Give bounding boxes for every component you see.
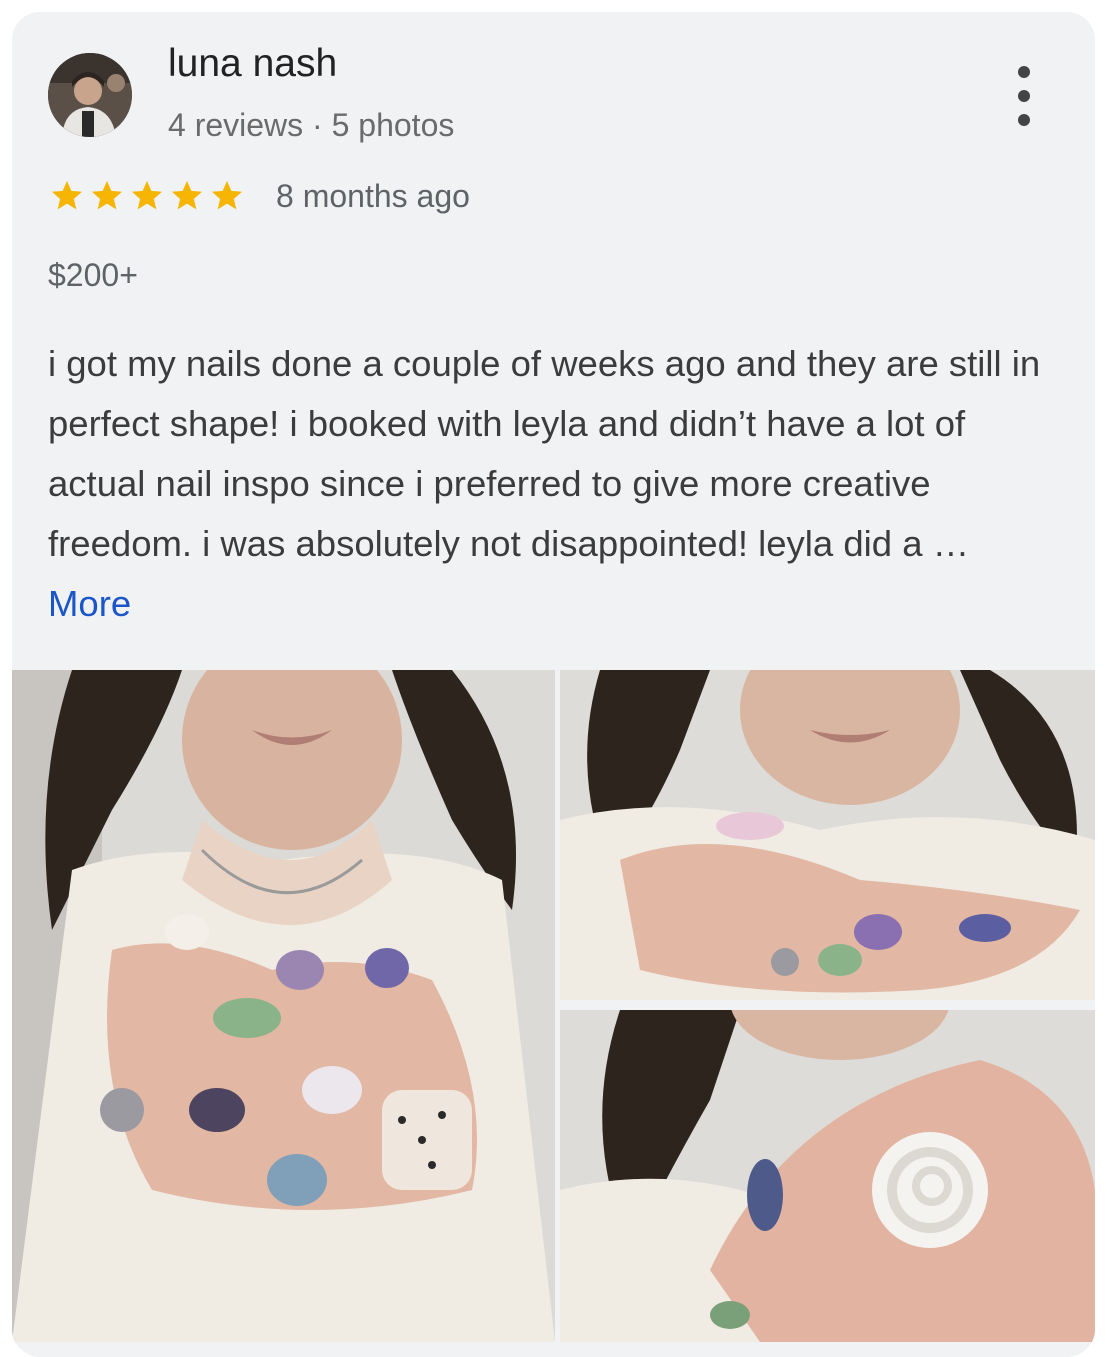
star-rating [48, 178, 246, 214]
more-vertical-icon [1018, 66, 1030, 78]
more-vertical-icon-dot [1018, 90, 1030, 102]
profile-photo-icon [48, 53, 132, 137]
photo-hands-nails-image [12, 670, 555, 1342]
photo-spiral-ring-image [560, 1010, 1095, 1342]
more-vertical-icon-dot [1018, 114, 1030, 126]
review-body: i got my nails done a couple of weeks ag… [48, 343, 1041, 564]
star-icon [212, 181, 242, 210]
star-icon [52, 181, 82, 210]
review-text: i got my nails done a couple of weeks ag… [48, 334, 1058, 634]
reviewer-name[interactable]: luna nash [168, 42, 337, 86]
reviewer-avatar[interactable] [48, 53, 132, 137]
review-photo-2[interactable] [560, 670, 1095, 1000]
star-icon [132, 181, 162, 210]
reviewer-stats: 4 reviews · 5 photos [168, 107, 455, 143]
review-time: 8 months ago [276, 178, 470, 214]
price-range: $200+ [48, 257, 138, 293]
more-link[interactable]: More [48, 583, 131, 624]
star-icon [172, 181, 202, 210]
more-options-button[interactable] [1005, 66, 1043, 126]
photo-hand-nails-closeup-image [560, 670, 1095, 1000]
star-icon [92, 181, 122, 210]
review-photo-1[interactable] [12, 670, 555, 1342]
review-photo-3[interactable] [560, 1010, 1095, 1342]
review-card: luna nash 4 reviews · 5 photos 8 months … [12, 12, 1095, 1357]
